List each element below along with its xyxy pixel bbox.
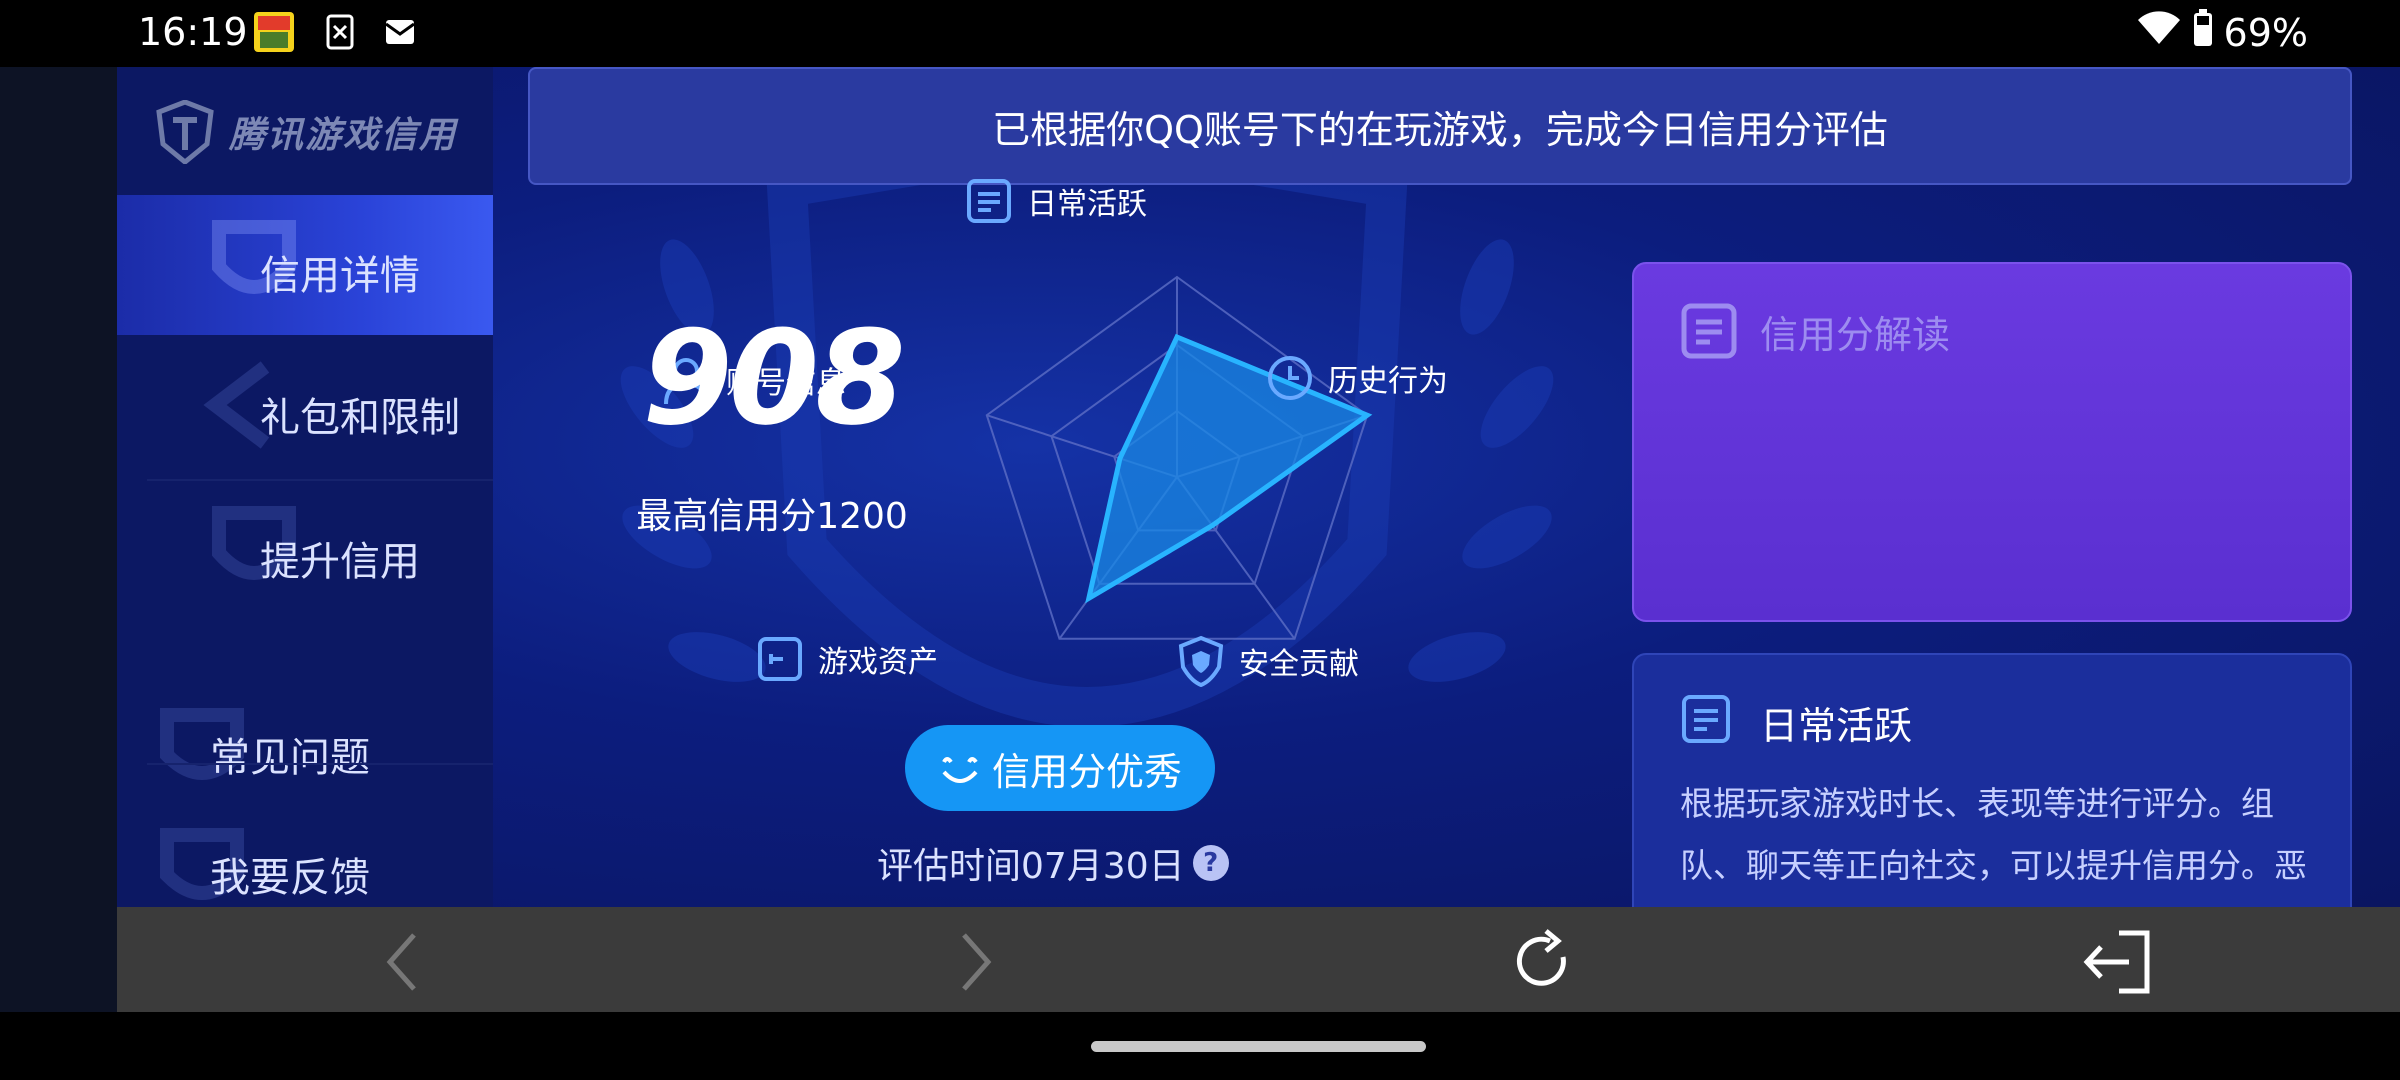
radar-label-text: 安全贡献: [1239, 647, 1359, 682]
status-time: 16:19: [138, 10, 248, 54]
sidebar-item-feedback[interactable]: 我要反馈: [117, 817, 493, 907]
refresh-icon: [1516, 929, 1566, 986]
radar-label-text: 历史行为: [1328, 364, 1448, 399]
sidebar-item-label: 提升信用: [260, 539, 420, 585]
close-box-icon: [320, 12, 360, 52]
status-bar: 16:19 69%: [0, 0, 2400, 67]
battery-percent: 69%: [2223, 10, 2308, 55]
chevron-right-icon: [962, 933, 992, 991]
sidebar-item-label: 礼包和限制: [260, 395, 460, 441]
home-gesture-bar[interactable]: [1091, 1041, 1426, 1052]
radar-label-daily-activity[interactable]: 日常活跃: [965, 177, 1147, 225]
credit-rating-button[interactable]: 信用分优秀: [905, 725, 1215, 811]
app-logo: 腾讯游戏信用: [155, 97, 457, 167]
sidebar-item-credit-details[interactable]: 信用详情: [117, 195, 493, 335]
game-app-icon: [254, 12, 294, 52]
card-body: 根据玩家游戏时长、表现等进行评分。组队、聊天等正向社交，可以提升信用分。恶: [1680, 784, 2307, 885]
radar-label-security[interactable]: 安全贡献: [1177, 635, 1359, 687]
screen: 16:19 69% 腾讯游戏信用 信用详情 礼包和限制 提升信用 常见问题 我要…: [0, 0, 2400, 1080]
sidebar-item-gifts-limits[interactable]: 礼包和限制: [117, 335, 493, 475]
help-icon[interactable]: ?: [1192, 845, 1229, 881]
evaluation-time: 评估时间07月30日 ?: [877, 837, 1229, 889]
back-button[interactable]: [363, 922, 443, 1002]
browser-toolbar: [117, 907, 2400, 1012]
card-title: 日常活跃: [1760, 704, 1913, 748]
credit-interpretation-card[interactable]: 信用分解读: [1632, 262, 2352, 622]
shield-icon: [1178, 635, 1224, 687]
radar-label-text: 游戏资产: [818, 645, 938, 680]
banner-text: 已根据你QQ账号下的在玩游戏，完成今日信用分评估: [992, 107, 1888, 152]
status-right: 69%: [2136, 8, 2308, 57]
left-edge-strip: [0, 67, 117, 1012]
sidebar-item-label: 我要反馈: [210, 855, 370, 901]
system-nav-bar: [0, 1012, 2400, 1080]
mail-icon: [380, 12, 420, 52]
sidebar-item-label: 常见问题: [210, 735, 370, 781]
radar-label-text: 日常活跃: [1027, 187, 1147, 222]
sidebar-item-label: 信用详情: [260, 253, 420, 299]
smile-icon: [942, 757, 978, 783]
forward-button[interactable]: [935, 922, 1015, 1002]
battery-icon: [2192, 8, 2214, 57]
card-title: 信用分解读: [1760, 313, 1951, 357]
wallet-icon: [758, 637, 802, 681]
clock-icon: [1268, 356, 1312, 400]
tencent-credit-logo-icon: [156, 100, 214, 164]
radar-chart: [985, 275, 1373, 640]
radar-label-game-assets[interactable]: 游戏资产: [756, 635, 938, 683]
document-icon: [1682, 695, 1730, 743]
credit-score: 908: [642, 302, 905, 454]
logo-text: 腾讯游戏信用: [229, 115, 458, 156]
document-icon: [1681, 303, 1737, 359]
daily-activity-card: 日常活跃 根据玩家游戏时长、表现等进行评分。组队、聊天等正向社交，可以提升信用分…: [1632, 653, 2352, 907]
sidebar-item-improve-credit[interactable]: 提升信用: [117, 481, 493, 621]
wifi-icon: [2136, 8, 2182, 57]
radar-label-history[interactable]: 历史行为: [1266, 354, 1448, 402]
exit-icon: [2083, 930, 2150, 994]
refresh-button[interactable]: [1503, 922, 1583, 1002]
chevron-left-icon: [386, 933, 416, 991]
evaluation-time-text: 评估时间07月30日: [877, 846, 1185, 887]
sidebar: 腾讯游戏信用 信用详情 礼包和限制 提升信用 常见问题 我要反馈: [117, 67, 493, 907]
document-icon: [967, 179, 1011, 223]
sidebar-item-faq[interactable]: 常见问题: [117, 697, 493, 797]
exit-button[interactable]: [2077, 922, 2157, 1002]
sidebar-divider: [147, 763, 493, 765]
max-credit-label: 最高信用分1200: [636, 496, 908, 537]
credit-rating-label: 信用分优秀: [991, 749, 1182, 794]
evaluation-banner: 已根据你QQ账号下的在玩游戏，完成今日信用分评估: [528, 67, 2352, 185]
app-content: 腾讯游戏信用 信用详情 礼包和限制 提升信用 常见问题 我要反馈 已根据你QQ账…: [117, 67, 2400, 907]
